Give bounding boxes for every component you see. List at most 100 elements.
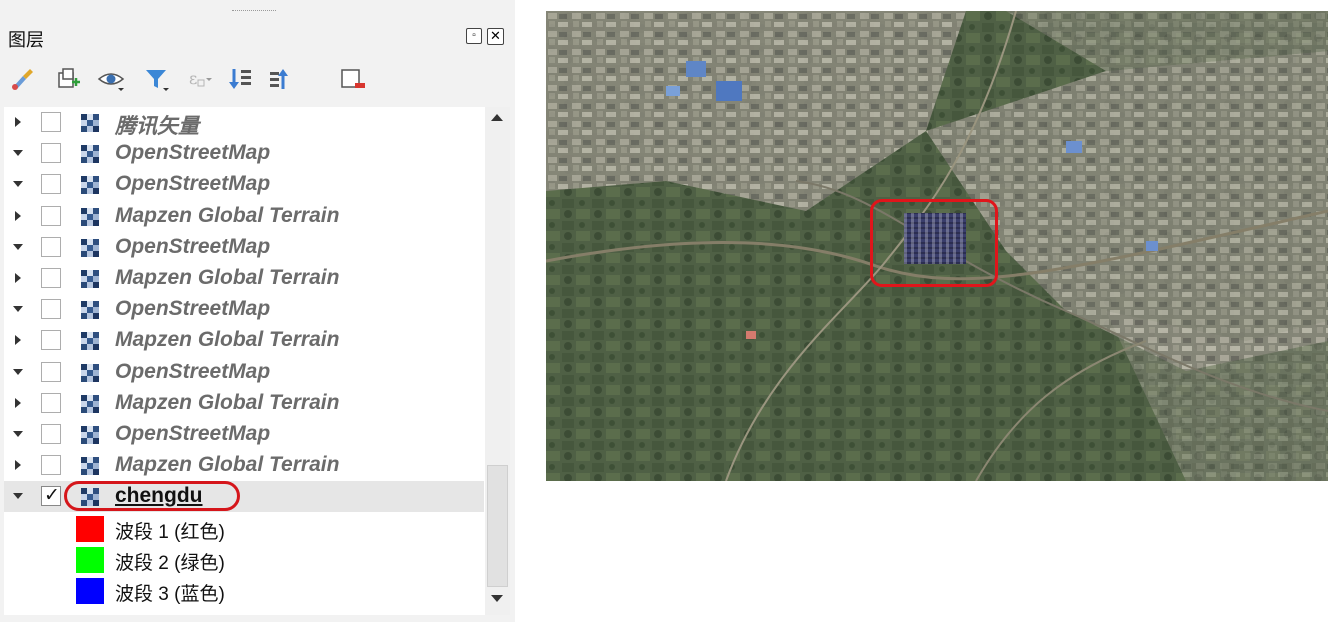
expand-arrow-icon[interactable] <box>12 272 24 284</box>
layer-row[interactable]: Mapzen Global Terrain <box>4 450 484 481</box>
panel-title: 图层 <box>8 30 44 50</box>
band-color-swatch <box>76 516 104 542</box>
expand-arrow-icon[interactable] <box>12 210 24 222</box>
band-label: 波段 3 (蓝色) <box>115 584 225 605</box>
layer-name: Mapzen Global Terrain <box>115 453 340 476</box>
add-group-button[interactable] <box>52 64 82 94</box>
filter-legend-icon <box>146 70 169 91</box>
raster-layer-icon <box>81 301 99 319</box>
layer-visibility-checkbox[interactable] <box>41 143 61 163</box>
add-group-icon <box>58 68 80 88</box>
layer-row[interactable]: OpenStreetMap <box>4 232 484 263</box>
float-panel-button[interactable]: ▫ <box>466 28 482 44</box>
layer-visibility-checkbox[interactable] <box>41 299 61 319</box>
layer-name: OpenStreetMap <box>115 360 271 383</box>
panel-drag-grip[interactable] <box>232 10 276 15</box>
layer-visibility-checkbox[interactable] <box>41 206 61 226</box>
svg-text:ε: ε <box>189 69 197 88</box>
band-legend-item: 波段 1 (红色) <box>4 513 484 544</box>
layer-row[interactable]: Mapzen Global Terrain <box>4 263 484 294</box>
layer-tree: 腾讯矢量 OpenStreetMap OpenStreetMap Mapzen Glo… <box>4 107 510 615</box>
raster-layer-icon <box>81 270 99 288</box>
scroll-thumb[interactable] <box>487 465 508 587</box>
expand-arrow-icon[interactable] <box>12 334 24 346</box>
collapse-arrow-icon[interactable] <box>12 178 24 190</box>
layer-row[interactable]: OpenStreetMap <box>4 169 484 200</box>
layer-visibility-checkbox[interactable] <box>41 424 61 444</box>
style-manager-button[interactable] <box>8 64 38 94</box>
remove-layer-button[interactable] <box>338 64 368 94</box>
expand-arrow-icon[interactable] <box>12 397 24 409</box>
layer-row[interactable]: OpenStreetMap <box>4 138 484 169</box>
layer-name: Mapzen Global Terrain <box>115 391 340 414</box>
layer-visibility-checkbox[interactable] <box>41 362 61 382</box>
raster-layer-icon <box>81 332 99 350</box>
visibility-button[interactable] <box>96 64 126 94</box>
filter-expression-icon: ε <box>189 69 212 88</box>
layer-row[interactable]: Mapzen Global Terrain <box>4 388 484 419</box>
expand-arrow-icon[interactable] <box>12 116 24 128</box>
raster-layer-icon <box>81 395 99 413</box>
layer-visibility-checkbox[interactable] <box>41 112 61 132</box>
collapse-all-icon <box>270 69 288 89</box>
layer-visibility-checkbox[interactable] <box>41 237 61 257</box>
map-canvas[interactable] <box>546 11 1328 481</box>
band-legend-item: 波段 2 (绿色) <box>4 544 484 575</box>
layer-row[interactable]: 腾讯矢量 <box>4 107 484 138</box>
layer-name: OpenStreetMap <box>115 172 271 195</box>
collapse-arrow-icon[interactable] <box>12 303 24 315</box>
expand-all-button[interactable] <box>226 64 256 94</box>
layer-row[interactable]: Mapzen Global Terrain <box>4 325 484 356</box>
layer-visibility-checkbox[interactable]: ✓ <box>41 485 61 506</box>
filter-legend-button[interactable] <box>142 64 172 94</box>
layers-panel: 图层 ▫ ✕ ε 腾讯矢量 OpenStreetMap OpenStreetMa… <box>0 0 515 622</box>
scroll-down-arrow-icon[interactable] <box>491 595 503 602</box>
band-label: 波段 2 (绿色) <box>115 553 225 574</box>
scroll-up-arrow-icon[interactable] <box>491 114 503 121</box>
expand-arrow-icon[interactable] <box>12 459 24 471</box>
layer-visibility-checkbox[interactable] <box>41 393 61 413</box>
collapse-arrow-icon[interactable] <box>12 366 24 378</box>
layer-name: 腾讯矢量 <box>115 115 199 138</box>
collapse-arrow-icon[interactable] <box>12 241 24 253</box>
band-legend-item: 波段 3 (蓝色) <box>4 575 484 606</box>
visibility-icon <box>97 73 125 91</box>
collapse-arrow-icon[interactable] <box>12 490 24 502</box>
layer-row[interactable]: ✓ chengdu <box>4 481 484 512</box>
expand-all-icon <box>229 69 251 89</box>
close-panel-button[interactable]: ✕ <box>487 28 504 45</box>
collapse-arrow-icon[interactable] <box>12 428 24 440</box>
remove-layer-icon <box>341 69 365 88</box>
layer-name: Mapzen Global Terrain <box>115 266 340 289</box>
checkmark-icon: ✓ <box>44 485 60 506</box>
band-color-swatch <box>76 578 104 604</box>
layer-row[interactable]: OpenStreetMap <box>4 419 484 450</box>
layer-name: chengdu <box>115 484 203 507</box>
vertical-scrollbar[interactable] <box>485 107 510 615</box>
layer-row[interactable]: Mapzen Global Terrain <box>4 201 484 232</box>
collapse-arrow-icon[interactable] <box>12 147 24 159</box>
layer-name: Mapzen Global Terrain <box>115 204 340 227</box>
raster-highlight-box <box>870 199 998 287</box>
raster-layer-icon <box>81 457 99 475</box>
layer-name: OpenStreetMap <box>115 235 271 258</box>
raster-layer-icon <box>81 426 99 444</box>
layer-visibility-checkbox[interactable] <box>41 174 61 194</box>
raster-layer-icon <box>81 208 99 226</box>
layer-row[interactable]: OpenStreetMap <box>4 294 484 325</box>
layer-visibility-checkbox[interactable] <box>41 330 61 350</box>
layer-row[interactable]: OpenStreetMap <box>4 357 484 388</box>
band-label: 波段 1 (红色) <box>115 522 225 543</box>
raster-layer-icon <box>81 488 99 506</box>
layer-name: OpenStreetMap <box>115 297 271 320</box>
layer-name: Mapzen Global Terrain <box>115 328 340 351</box>
layer-visibility-checkbox[interactable] <box>41 268 61 288</box>
style-manager-icon <box>12 69 33 90</box>
raster-layer-icon <box>81 239 99 257</box>
collapse-all-button[interactable] <box>266 64 296 94</box>
band-color-swatch <box>76 547 104 573</box>
layers-toolbar: ε <box>0 58 515 102</box>
filter-expression-button[interactable]: ε <box>184 64 214 94</box>
layer-visibility-checkbox[interactable] <box>41 455 61 475</box>
layer-name: OpenStreetMap <box>115 141 271 164</box>
